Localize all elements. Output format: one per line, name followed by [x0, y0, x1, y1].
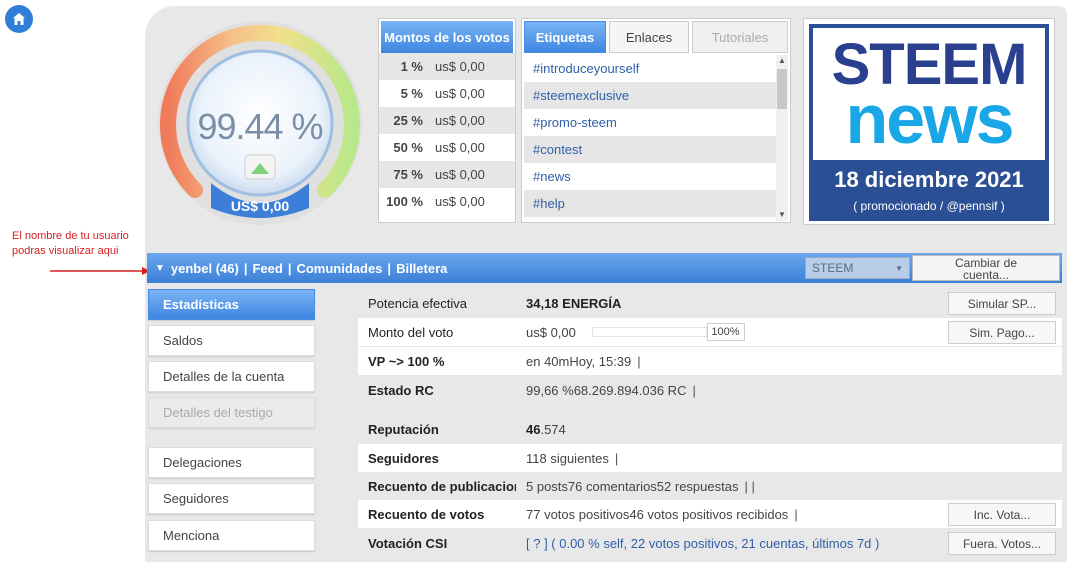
stat-vp: VP ~> 100 % en 40mHoy, 15:39 | [358, 347, 1062, 375]
stat-rc: Estado RC 99,66 %68.269.894.036 RC | [358, 376, 1062, 404]
vote-weight-percent[interactable]: 100% [706, 323, 745, 341]
menu-saldos[interactable]: Saldos [148, 325, 315, 356]
tab-tutoriales[interactable]: Tutoriales [692, 21, 788, 53]
stat-reputacion: Reputación 46.574 [358, 415, 1062, 443]
tag-list: #introduceyourself #steemexclusive #promo-… [524, 55, 776, 221]
inc-votos-button[interactable]: Inc. Vota... [948, 503, 1056, 526]
stat-seguidores: Seguidores 118 siguientes | [358, 444, 1062, 472]
menu-detalles-cuenta[interactable]: Detalles de la cuenta [148, 361, 315, 392]
vote-pct: 25 % [393, 113, 423, 128]
username[interactable]: yenbel (46) [171, 261, 239, 276]
tag-link[interactable]: #introduceyourself [524, 55, 776, 82]
vote-amount-row: 75 % us$ 0,00 [379, 161, 515, 188]
stats-table: Potencia efectiva 34,18 ENERGÍA Simular … [358, 288, 1062, 562]
tags-panel: Etiquetas Enlaces Tutoriales #introducey… [521, 18, 791, 223]
user-bar: ▼ yenbel (46) | Feed | Comunidades | Bil… [147, 253, 1062, 283]
tab-enlaces[interactable]: Enlaces [609, 21, 689, 53]
feed-link[interactable]: Feed [252, 261, 282, 276]
vote-pct: 5 % [400, 86, 423, 101]
scroll-thumb[interactable] [777, 69, 787, 109]
stat-votos: Recuento de votos 77 votos positivos46 v… [358, 500, 1062, 528]
menu-menciona[interactable]: Menciona [148, 520, 315, 551]
vote-weight-slider[interactable] [591, 327, 707, 337]
vote-pct: 100 % [386, 194, 423, 209]
stat-publicaciones: Recuento de publicaciones 5 posts76 come… [358, 472, 1062, 500]
steem-news-banner[interactable]: STEEM news 18 diciembre 2021 ( promocion… [803, 18, 1055, 225]
vote-pct: 50 % [393, 140, 423, 155]
tag-link[interactable]: #help [524, 190, 776, 217]
scroll-down-icon[interactable]: ▼ [776, 209, 788, 221]
stat-csi: Votación CSI [ ? ] ( 0.00 % self, 22 vot… [358, 529, 1062, 557]
stat-monto-voto: Monto del voto us$ 0,00 100% Sim. Pago..… [358, 318, 1062, 346]
vote-amount: us$ 0,00 [435, 167, 485, 182]
annotation-arrow-icon [50, 267, 150, 275]
home-button[interactable] [5, 5, 33, 33]
vote-amount: us$ 0,00 [435, 86, 485, 101]
news-subtitle: ( promocionado / @pennsif ) [853, 199, 1005, 213]
voting-power-gauge: 99.44 % US$ 0,00 [155, 18, 365, 228]
menu-seguidores[interactable]: Seguidores [148, 483, 315, 514]
stat-potencia: Potencia efectiva 34,18 ENERGÍA Simular … [358, 289, 1062, 317]
vote-amount: us$ 0,00 [435, 113, 485, 128]
home-icon [13, 13, 25, 25]
chevron-down-icon: ▼ [895, 263, 903, 273]
vote-amount-row: 5 % us$ 0,00 [379, 80, 515, 107]
vote-amount: us$ 0,00 [435, 140, 485, 155]
annotation-text: El nombre de tu usuario podras visualiza… [12, 230, 129, 257]
switch-account-button[interactable]: Cambiar de cuenta... [912, 255, 1060, 281]
vote-amount-row: 25 % us$ 0,00 [379, 107, 515, 134]
vote-amounts-header[interactable]: Montos de los votos [381, 21, 513, 53]
billetera-link[interactable]: Billetera [396, 261, 447, 276]
menu-delegaciones[interactable]: Delegaciones [148, 447, 315, 478]
menu-estadisticas[interactable]: Estadísticas [148, 289, 315, 320]
tabs-bar: Etiquetas Enlaces Tutoriales [524, 21, 788, 53]
collapse-triangle-icon[interactable]: ▼ [155, 263, 165, 274]
menu-detalles-testigo[interactable]: Detalles del testigo [148, 397, 315, 428]
news-date: 18 diciembre 2021 [834, 167, 1024, 192]
tag-link[interactable]: #news [524, 163, 776, 190]
vote-amount-row: 1 % us$ 0,00 [379, 53, 515, 80]
vote-amount: us$ 0,00 [435, 194, 485, 209]
currency-select[interactable]: STEEM ▼ [805, 257, 910, 279]
vote-amounts-table: Montos de los votos 1 % us$ 0,00 5 % us$ 0,… [378, 18, 516, 223]
tag-link[interactable]: #steemexclusive [524, 82, 776, 109]
steem-news-logo: STEEM news [813, 28, 1045, 160]
vote-amount-row: 100 % us$ 0,00 [379, 188, 515, 215]
tag-link[interactable]: #promo-steem [524, 109, 776, 136]
tag-link[interactable]: #contest [524, 136, 776, 163]
gauge-usd: US$ 0,00 [230, 198, 290, 214]
tag-scrollbar[interactable]: ▲ ▼ [776, 55, 788, 221]
vote-amount-row: 50 % us$ 0,00 [379, 134, 515, 161]
gauge-percent: 99.44 % [197, 106, 323, 147]
vote-pct: 75 % [393, 167, 423, 182]
comunidades-link[interactable]: Comunidades [296, 261, 382, 276]
vote-amount: us$ 0,00 [435, 59, 485, 74]
tab-etiquetas[interactable]: Etiquetas [524, 21, 606, 53]
sim-pago-button[interactable]: Sim. Pago... [948, 321, 1056, 344]
simular-sp-button[interactable]: Simular SP... [948, 292, 1056, 315]
scroll-up-icon[interactable]: ▲ [776, 55, 788, 67]
vote-pct: 1 % [400, 59, 423, 74]
fuera-votos-button[interactable]: Fuera. Votos... [948, 532, 1056, 555]
